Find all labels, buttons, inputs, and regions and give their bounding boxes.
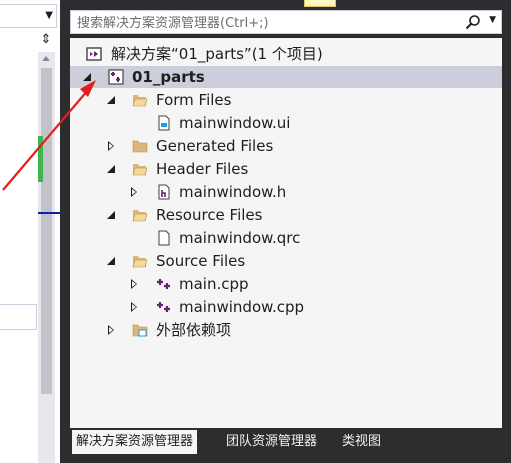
- search-box[interactable]: ▼: [70, 10, 502, 34]
- project-icon: [108, 69, 124, 85]
- tree-label: Source Files: [156, 252, 246, 270]
- collapse-icon[interactable]: [104, 250, 120, 272]
- search-input[interactable]: [75, 12, 459, 34]
- expand-icon[interactable]: [127, 296, 143, 318]
- tree-item-form-files[interactable]: Form Files: [70, 89, 502, 111]
- tab-solution-explorer[interactable]: 解决方案资源管理器: [72, 430, 198, 454]
- folder-open-icon: [132, 210, 148, 222]
- tree-label: 外部依赖项: [156, 321, 232, 339]
- pinned-tab[interactable]: [304, 0, 336, 7]
- expand-icon[interactable]: [127, 181, 143, 203]
- tree-item-project[interactable]: 01_parts: [70, 66, 502, 88]
- collapse-icon[interactable]: [104, 89, 120, 111]
- tab-team-explorer[interactable]: 团队资源管理器: [222, 430, 321, 454]
- member-dropdown[interactable]: ▼: [0, 4, 57, 28]
- editor-scrollbar[interactable]: [38, 52, 55, 463]
- header-file-icon: [158, 184, 170, 200]
- scroll-up-icon[interactable]: [42, 56, 50, 61]
- tree-item-mainwindow-ui[interactable]: mainwindow.ui: [70, 112, 502, 134]
- cpp-file-icon: [157, 302, 170, 312]
- folder-icon: [132, 140, 148, 153]
- tree-label: 01_parts: [132, 68, 205, 86]
- folder-open-icon: [132, 256, 148, 268]
- collapse-icon[interactable]: [80, 66, 96, 88]
- tree-label: mainwindow.qrc: [179, 229, 301, 247]
- tree-label: 解决方案“01_parts”(1 个项目): [111, 45, 323, 63]
- caret-marker: [38, 212, 60, 214]
- chevron-down-icon[interactable]: ▼: [489, 15, 496, 25]
- cpp-file-icon: [157, 279, 170, 289]
- tree-item-external-deps[interactable]: 外部依赖项: [70, 319, 502, 341]
- tree-item-mainwindow-cpp[interactable]: mainwindow.cpp: [70, 296, 502, 318]
- folder-open-icon: [132, 164, 148, 176]
- external-deps-icon: [132, 324, 148, 337]
- tree-item-main-cpp[interactable]: main.cpp: [70, 273, 502, 295]
- file-icon: [158, 230, 170, 246]
- tree-item-source-files[interactable]: Source Files: [70, 250, 502, 272]
- ui-file-icon: [158, 115, 170, 131]
- folder-open-icon: [132, 95, 148, 107]
- expand-icon[interactable]: [127, 273, 143, 295]
- tree-item-mainwindow-h[interactable]: mainwindow.h: [70, 181, 502, 203]
- change-marker: [38, 136, 43, 182]
- collapse-icon[interactable]: [104, 158, 120, 180]
- expand-icon[interactable]: [104, 135, 120, 157]
- tree-label: main.cpp: [179, 275, 249, 293]
- tree-label: mainwindow.cpp: [179, 298, 305, 316]
- chevron-down-icon: ▼: [45, 10, 53, 21]
- code-editor-edge: ▼ ⇕: [0, 0, 60, 463]
- tab-class-view[interactable]: 类视图: [338, 430, 385, 454]
- tree-label: mainwindow.h: [179, 183, 287, 201]
- solution-icon: [86, 47, 102, 61]
- tree-item-header-files[interactable]: Header Files: [70, 158, 502, 180]
- search-icon[interactable]: [465, 14, 481, 30]
- split-editor-icon[interactable]: ⇕: [38, 32, 54, 48]
- expand-icon[interactable]: [104, 319, 120, 341]
- scrollbar-thumb[interactable]: [41, 68, 52, 394]
- tree-label: Resource Files: [156, 206, 263, 224]
- editor-field[interactable]: [0, 304, 37, 330]
- collapse-icon[interactable]: [104, 204, 120, 226]
- tree-label: Form Files: [156, 91, 232, 109]
- tree-label: Generated Files: [156, 137, 274, 155]
- tree-label: Header Files: [156, 160, 249, 178]
- tree-item-generated-files[interactable]: Generated Files: [70, 135, 502, 157]
- tree-item-resource-files[interactable]: Resource Files: [70, 204, 502, 226]
- tree-item-solution[interactable]: 解决方案“01_parts”(1 个项目): [70, 43, 502, 65]
- tree-label: mainwindow.ui: [179, 114, 291, 132]
- tree-item-mainwindow-qrc[interactable]: mainwindow.qrc: [70, 227, 502, 249]
